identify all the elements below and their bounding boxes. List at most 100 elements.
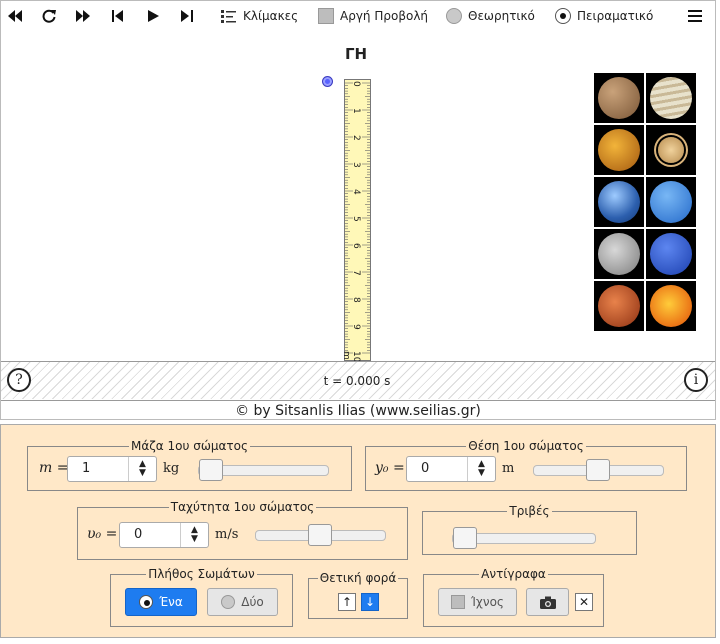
play-icon[interactable] — [146, 7, 160, 25]
bodies-legend: Πλήθος Σωμάτων — [148, 567, 255, 581]
arrow-down-icon: ↓ — [364, 595, 376, 609]
info-icon: i — [693, 372, 699, 388]
position-symbol: y₀ = — [375, 460, 405, 476]
planet-mercury[interactable] — [594, 73, 644, 123]
slow-motion-checkbox[interactable] — [318, 8, 334, 24]
velocity-legend: Ταχύτητα 1ου σώματος — [170, 500, 315, 514]
mass-stepper[interactable]: 1 ▲ ▼ — [67, 456, 157, 482]
ruler-tick-label: 0 — [351, 81, 361, 87]
position-slider-thumb[interactable] — [586, 459, 610, 481]
body-ball[interactable] — [322, 76, 333, 87]
info-button[interactable]: i — [684, 368, 708, 392]
direction-up-button[interactable]: ↑ — [338, 593, 356, 611]
ruler-tick-label: 7 — [351, 270, 361, 276]
trace-checkbox — [451, 595, 466, 609]
ruler-tick-label: 2 — [351, 135, 361, 141]
planet-selector — [594, 73, 696, 331]
rewind-icon[interactable] — [7, 7, 23, 25]
snapshot-button[interactable] — [526, 588, 569, 616]
velocity-slider-thumb[interactable] — [308, 524, 332, 546]
velocity-stepper[interactable]: 0 ▲ ▼ — [119, 522, 209, 548]
experimental-option[interactable]: Πειραματικό — [555, 6, 653, 26]
experimental-label: Πειραματικό — [577, 9, 654, 23]
friction-slider[interactable] — [452, 527, 596, 549]
decrement-icon[interactable]: ▼ — [139, 469, 146, 478]
velocity-slider[interactable] — [255, 524, 386, 546]
ruler-tick-label: 8 — [351, 297, 361, 303]
help-icon: ? — [15, 372, 23, 388]
slow-motion-toggle[interactable]: Αργή Προβολή — [318, 6, 428, 26]
two-body-radio — [221, 595, 236, 609]
trace-button[interactable]: Ίχνος — [438, 588, 517, 616]
scales-icon — [221, 10, 236, 23]
fast-forward-icon[interactable] — [75, 7, 91, 25]
mass-symbol: m = — [39, 460, 69, 476]
controls-panel: Μάζα 1ου σώματος m = 1 ▲ ▼ kg Θέση 1ου σώ… — [0, 424, 716, 638]
mass-value[interactable]: 1 — [68, 457, 128, 481]
simulation-frame: Κλίμακες Αργή Προβολή Θεωρητικό Πειραματ… — [0, 0, 716, 420]
mass-slider-thumb[interactable] — [199, 459, 223, 481]
step-back-icon[interactable] — [111, 7, 125, 25]
position-unit: m — [502, 461, 515, 476]
decrement-icon[interactable]: ▼ — [191, 535, 198, 544]
mass-unit: kg — [163, 461, 180, 476]
direction-down-button[interactable]: ↓ — [361, 593, 379, 611]
mass-legend: Μάζα 1ου σώματος — [130, 439, 249, 453]
position-slider[interactable] — [533, 459, 664, 481]
planet-uranus[interactable] — [646, 229, 696, 279]
ruler: 0 1 2 3 4 5 6 7 8 9 10 m — [341, 79, 371, 362]
one-body-radio — [139, 595, 154, 609]
mass-slider[interactable] — [198, 459, 329, 481]
position-value[interactable]: 0 — [407, 457, 467, 481]
ruler-tick-label: 9 — [351, 324, 361, 330]
friction-slider-thumb[interactable] — [453, 527, 477, 549]
ruler-tick-label: 6 — [351, 243, 361, 249]
position-stepper[interactable]: 0 ▲ ▼ — [406, 456, 496, 482]
toolbar: Κλίμακες Αργή Προβολή Θεωρητικό Πειραματ… — [1, 1, 715, 31]
step-forward-icon[interactable] — [180, 7, 194, 25]
scales-toggle[interactable]: Κλίμακες — [221, 6, 298, 26]
planet-title: ΓΗ — [344, 45, 368, 63]
ruler-tick-label: 1 — [351, 108, 361, 114]
two-body-label: Δύο — [241, 595, 264, 609]
planet-jupiter[interactable] — [646, 73, 696, 123]
scales-label: Κλίμακες — [243, 9, 299, 23]
help-button[interactable]: ? — [7, 368, 31, 392]
experimental-radio[interactable] — [555, 8, 571, 24]
planet-sun[interactable] — [646, 281, 696, 331]
two-body-button[interactable]: Δύο — [207, 588, 278, 616]
planet-venus[interactable] — [594, 125, 644, 175]
ruler-tick-label: 4 — [351, 189, 361, 195]
velocity-value[interactable]: 0 — [120, 523, 180, 547]
close-icon: ✕ — [578, 595, 590, 609]
planet-mars[interactable] — [594, 281, 644, 331]
velocity-symbol: υ₀ = — [87, 526, 118, 542]
arrow-up-icon: ↑ — [341, 595, 353, 609]
ruler-tick-label: 3 — [351, 162, 361, 168]
planet-moon[interactable] — [594, 229, 644, 279]
clear-copies-button[interactable]: ✕ — [575, 593, 593, 611]
position-legend: Θέση 1ου σώματος — [468, 439, 584, 453]
copyright: © by Sitsanlis Ilias (www.seilias.gr) — [1, 400, 715, 420]
time-readout: t = 0.000 s — [323, 374, 391, 388]
planet-earth[interactable] — [594, 177, 644, 227]
camera-icon — [539, 596, 556, 609]
one-body-label: Ένα — [159, 595, 183, 609]
velocity-unit: m/s — [215, 527, 239, 542]
direction-group: Θετική φορά — [308, 571, 408, 619]
one-body-button[interactable]: Ένα — [125, 588, 197, 616]
ruler-tick-label: 5 — [351, 216, 361, 222]
trace-label: Ίχνος — [471, 595, 504, 609]
direction-legend: Θετική φορά — [319, 571, 397, 585]
planet-neptune[interactable] — [646, 177, 696, 227]
reset-icon[interactable] — [41, 7, 57, 25]
theoretical-option[interactable]: Θεωρητικό — [446, 6, 535, 26]
friction-legend: Τριβές — [509, 504, 550, 518]
slow-motion-label: Αργή Προβολή — [340, 9, 429, 23]
planet-saturn[interactable] — [646, 125, 696, 175]
menu-icon[interactable] — [687, 7, 703, 25]
decrement-icon[interactable]: ▼ — [478, 469, 485, 478]
copy-legend: Αντίγραφα — [481, 567, 546, 581]
theoretical-label: Θεωρητικό — [468, 9, 535, 23]
theoretical-radio[interactable] — [446, 8, 462, 24]
